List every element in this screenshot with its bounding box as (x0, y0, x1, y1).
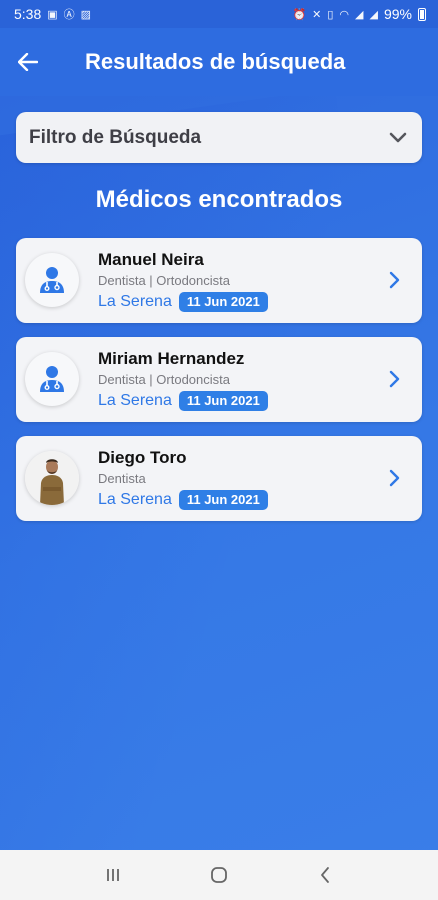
doctor-meta: La Serena 11 Jun 2021 (98, 391, 268, 411)
data-saver-icon: ▯ (327, 8, 334, 21)
doctor-specialty: Dentista | Ortodoncista (98, 372, 230, 387)
battery-icon (418, 7, 426, 21)
doctor-list: Manuel Neira Dentista | Ortodoncista La … (16, 238, 422, 535)
doctor-meta: La Serena 11 Jun 2021 (98, 292, 268, 312)
chevron-right-icon (389, 370, 400, 388)
app-bar: Resultados de búsqueda (0, 28, 438, 96)
date-badge: 11 Jun 2021 (178, 490, 268, 510)
doctor-name: Manuel Neira (98, 250, 204, 269)
doctor-info: Miriam Hernandez Dentista | Ortodoncista… (98, 349, 268, 411)
doctor-meta: La Serena 11 Jun 2021 (98, 490, 268, 510)
avatar (25, 451, 79, 505)
alarm-icon: ⏰ (292, 8, 307, 21)
doctor-icon (40, 366, 64, 392)
page-title: Resultados de búsqueda (85, 49, 346, 74)
home-button[interactable] (199, 855, 239, 895)
chevron-right-icon (389, 271, 400, 289)
date-badge: 11 Jun 2021 (178, 391, 268, 411)
chevron-down-icon (389, 132, 407, 142)
doctor-name: Miriam Hernandez (98, 349, 245, 368)
date-badge: 11 Jun 2021 (178, 292, 268, 312)
battery-percent: 99% (383, 6, 412, 22)
app-notification-icon: Ⓐ (63, 9, 75, 21)
doctor-city: La Serena (98, 293, 172, 310)
arrow-left-icon (18, 53, 38, 71)
avatar (25, 253, 79, 307)
doctor-city: La Serena (98, 491, 172, 508)
recents-icon (107, 869, 119, 881)
doctor-specialty: Dentista | Ortodoncista (98, 273, 230, 288)
doctor-name: Diego Toro (98, 448, 187, 467)
back-icon (321, 867, 329, 883)
doctor-card[interactable]: Diego Toro Dentista La Serena 11 Jun 202… (16, 436, 422, 521)
signal-icon: ◢ (369, 8, 378, 21)
gallery-icon: ▣ (47, 8, 58, 21)
doctor-icon (40, 267, 64, 293)
doctor-city: La Serena (98, 392, 172, 409)
recents-button[interactable] (93, 855, 133, 895)
app-screen: 5:38 ▣ Ⓐ ▨ ⏰ ✕ ▯ ◠ ◢ ◢ 99% Resultados de… (0, 0, 438, 900)
mute-icon: ✕ (312, 8, 322, 21)
doctor-photo (25, 451, 79, 505)
doctor-info: Diego Toro Dentista La Serena 11 Jun 202… (98, 448, 268, 510)
doctor-specialty: Dentista (98, 471, 146, 486)
back-nav-button[interactable] (305, 855, 345, 895)
avatar (25, 352, 79, 406)
doctor-card[interactable]: Manuel Neira Dentista | Ortodoncista La … (16, 238, 422, 323)
search-filter-label: Filtro de Búsqueda (29, 126, 202, 148)
chevron-right-icon (389, 469, 400, 487)
section-title: Médicos encontrados (95, 186, 343, 213)
signal-icon: ◢ (355, 8, 364, 21)
home-icon (211, 867, 227, 883)
search-filter-dropdown[interactable]: Filtro de Búsqueda (16, 112, 422, 163)
screenshot-icon: ▨ (80, 8, 92, 21)
back-button[interactable] (0, 28, 56, 96)
doctor-card[interactable]: Miriam Hernandez Dentista | Ortodoncista… (16, 337, 422, 422)
status-left: 5:38 ▣ Ⓐ ▨ (14, 6, 91, 22)
system-nav-bar (0, 850, 438, 900)
status-time: 5:38 (14, 6, 42, 22)
status-bar: 5:38 ▣ Ⓐ ▨ ⏰ ✕ ▯ ◠ ◢ ◢ 99% (0, 0, 438, 28)
wifi-icon: ◠ (339, 8, 350, 21)
doctor-info: Manuel Neira Dentista | Ortodoncista La … (98, 250, 268, 312)
status-right: ⏰ ✕ ▯ ◠ ◢ ◢ 99% (292, 6, 426, 22)
